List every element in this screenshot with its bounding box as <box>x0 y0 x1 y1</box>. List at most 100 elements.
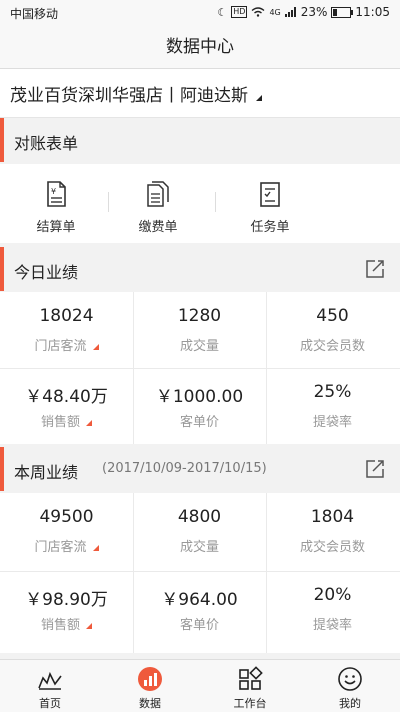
week-date-range: (2017/10/09-2017/10/15) <box>102 461 267 476</box>
metric-store-traffic[interactable]: 18024 门店客流 <box>0 292 133 368</box>
nav-bar: 数据中心 <box>0 26 400 69</box>
dropdown-caret-icon <box>256 95 262 101</box>
task-doc-icon <box>260 182 280 207</box>
signal-icon <box>284 7 296 17</box>
metric-label: 客单价 <box>179 415 219 430</box>
metric-label: 成交量 <box>179 540 219 555</box>
metric-value: 18024 <box>39 306 94 326</box>
divider <box>133 493 134 653</box>
tab-home-label: 首页 <box>39 697 61 710</box>
metric-value: 1804 <box>310 507 355 527</box>
metric-store-traffic[interactable]: 49500 门店客流 <box>0 493 133 569</box>
metric-value: 25% <box>313 382 352 402</box>
reconcile-title: 对账表单 <box>14 134 79 153</box>
metric-value: 1280 <box>177 306 222 326</box>
tab-data[interactable]: 数据 <box>100 660 200 712</box>
payment-doc-icon <box>147 181 169 207</box>
tab-profile-label: 我的 <box>339 697 361 710</box>
metric-avg-order[interactable]: ￥1000.00 客单价 <box>133 368 266 444</box>
battery-icon <box>331 6 354 18</box>
metric-avg-order[interactable]: ￥964.00 客单价 <box>133 571 266 647</box>
metric-label-wrap: 门店客流 <box>0 536 133 555</box>
metric-member-transactions[interactable]: 1804 成交会员数 <box>266 493 399 569</box>
metric-value: 4800 <box>177 507 222 527</box>
week-title: 本周业绩 <box>14 463 79 482</box>
page-title: 数据中心 <box>166 37 234 57</box>
profile-icon <box>338 667 362 691</box>
metric-label-wrap: 门店客流 <box>0 335 133 354</box>
today-title: 今日业绩 <box>14 263 79 282</box>
task-doc-label: 任务单 <box>250 220 290 235</box>
svg-text:¥: ¥ <box>51 187 56 196</box>
carrier-name: 中国移动 <box>10 7 59 21</box>
tab-bar: 首页 数据 工作台 我的 <box>0 659 400 712</box>
week-metrics: 49500 门店客流 4800 成交量 1804 成交会员数 ￥98.90万 销… <box>0 493 400 653</box>
metric-sales[interactable]: ￥48.40万 销售额 <box>0 368 133 444</box>
tab-workbench[interactable]: 工作台 <box>200 660 300 712</box>
settlement-doc-label: 结算单 <box>36 220 76 235</box>
tab-home[interactable]: 首页 <box>0 660 100 712</box>
accent-bar <box>0 247 4 291</box>
trend-up-icon <box>92 343 99 350</box>
share-edit-icon[interactable] <box>364 458 386 480</box>
status-right: ☾ HD 4G 23% 11:05 <box>217 5 390 19</box>
metric-value: ￥1000.00 <box>155 387 244 407</box>
task-doc-button[interactable]: 任务单 <box>214 164 326 243</box>
divider <box>0 368 400 369</box>
store-name: 茂业百货深圳华强店丨阿迪达斯 <box>10 86 248 106</box>
reconcile-documents: ¥ 结算单 缴费单 任务单 <box>0 164 400 243</box>
payment-doc-label: 缴费单 <box>138 220 178 235</box>
metric-bag-rate[interactable]: 25% 提袋率 <box>266 368 399 444</box>
metric-value: ￥48.40万 <box>25 387 108 407</box>
metric-label-wrap: 销售额 <box>0 411 133 430</box>
hd-icon: HD <box>231 6 248 18</box>
metric-value: 450 <box>316 306 349 326</box>
trend-up-icon <box>86 419 92 426</box>
data-chart-icon <box>138 667 162 691</box>
metric-label: 销售额 <box>40 618 80 633</box>
metric-transactions[interactable]: 4800 成交量 <box>133 493 266 569</box>
metric-label: 提袋率 <box>312 618 352 633</box>
week-section-header: 本周业绩 (2017/10/09-2017/10/15) <box>0 447 400 491</box>
payment-doc-button[interactable]: 缴费单 <box>102 164 214 243</box>
metric-label: 成交量 <box>179 339 219 354</box>
tab-data-label: 数据 <box>139 697 161 710</box>
workbench-icon <box>239 666 263 690</box>
reconcile-section-header: 对账表单 <box>0 118 400 162</box>
metric-label: 成交会员数 <box>299 540 365 555</box>
metric-label: 门店客流 <box>34 339 87 354</box>
network-type: 4G <box>269 7 281 17</box>
metric-value: ￥964.00 <box>161 590 238 610</box>
share-edit-icon[interactable] <box>364 258 386 280</box>
settlement-doc-icon: ¥ <box>47 181 66 207</box>
wifi-icon <box>251 7 265 17</box>
metric-label: 提袋率 <box>312 415 352 430</box>
metric-label: 成交会员数 <box>299 339 365 354</box>
metric-sales[interactable]: ￥98.90万 销售额 <box>0 571 133 647</box>
status-bar: 中国移动 ☾ HD 4G 23% 11:05 <box>0 0 400 26</box>
metric-member-transactions[interactable]: 450 成交会员数 <box>266 292 399 368</box>
tab-profile[interactable]: 我的 <box>300 660 400 712</box>
battery-percent: 23% <box>300 5 328 19</box>
metric-bag-rate[interactable]: 20% 提袋率 <box>266 571 399 647</box>
metric-value: 20% <box>313 585 352 605</box>
metric-transactions[interactable]: 1280 成交量 <box>133 292 266 368</box>
today-metrics: 18024 门店客流 1280 成交量 450 成交会员数 ￥48.40万 销售… <box>0 292 400 444</box>
metric-label: 销售额 <box>40 415 80 430</box>
moon-icon: ☾ <box>217 5 228 19</box>
metric-label: 门店客流 <box>34 540 87 555</box>
divider <box>0 571 400 572</box>
accent-bar <box>0 118 4 162</box>
clock: 11:05 <box>355 5 390 19</box>
metric-value: ￥98.90万 <box>25 590 108 610</box>
divider <box>133 292 134 444</box>
trend-up-icon <box>86 622 92 629</box>
divider <box>266 493 267 653</box>
home-icon <box>38 671 62 690</box>
metric-label: 客单价 <box>179 618 219 633</box>
divider <box>266 292 267 444</box>
metric-label-wrap: 销售额 <box>0 614 133 633</box>
store-selector[interactable]: 茂业百货深圳华强店丨阿迪达斯 <box>0 69 400 118</box>
settlement-doc-button[interactable]: ¥ 结算单 <box>0 164 112 243</box>
trend-up-icon <box>92 544 99 551</box>
